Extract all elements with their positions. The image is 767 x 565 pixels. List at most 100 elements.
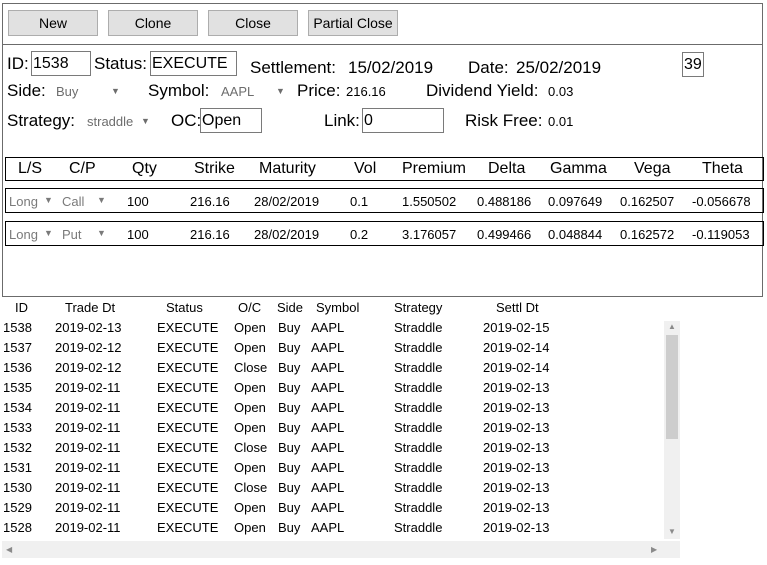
trade-id: 1529	[3, 500, 32, 515]
trade-date: 2019-02-11	[55, 460, 121, 475]
leg-row: Long ▼ Call ▼ 100 216.16 28/02/2019 0.1 …	[5, 188, 764, 213]
trade-date: 2019-02-11	[55, 440, 121, 455]
trade-status: EXECUTE	[157, 320, 219, 335]
leg-cp-chevron-down-icon[interactable]: ▼	[97, 195, 106, 205]
trade-strategy: Straddle	[394, 380, 443, 395]
scroll-up-arrow-icon[interactable]: ▲	[668, 322, 676, 331]
trade-oc: Open	[234, 400, 266, 415]
trades-col-symbol: Symbol	[316, 300, 360, 315]
id-field[interactable]: 1538	[31, 51, 91, 76]
table-row[interactable]: 1538 2019-02-13 EXECUTE Open Buy AAPL Straddle…	[0, 320, 660, 340]
trade-symbol: AAPL	[311, 340, 345, 355]
leg-ls-select[interactable]: Long	[9, 227, 38, 242]
table-row[interactable]: 1529 2019-02-11 EXECUTE Open Buy AAPL Straddle…	[0, 500, 660, 520]
trade-date: 2019-02-13	[55, 320, 122, 335]
legs-col-theta: Theta	[702, 160, 743, 177]
strategy-select[interactable]: straddle	[87, 114, 133, 129]
leg-theta: -0.056678	[692, 194, 751, 209]
leg-strike: 216.16	[190, 227, 230, 242]
leg-cp-select[interactable]: Put	[62, 227, 82, 242]
leg-ls-chevron-down-icon[interactable]: ▼	[44, 228, 53, 238]
trade-id: 1533	[3, 420, 32, 435]
horizontal-scrollbar[interactable]	[2, 541, 680, 558]
trade-settl-date: 2019-02-13	[483, 480, 550, 495]
table-row[interactable]: 1532 2019-02-11 EXECUTE Close Buy AAPL Straddl…	[0, 440, 660, 460]
trades-col-id: ID	[15, 300, 28, 315]
partial-close-button[interactable]: Partial Close	[308, 10, 398, 36]
new-button[interactable]: New	[8, 10, 98, 36]
symbol-select[interactable]: AAPL	[221, 84, 254, 99]
trade-oc: Open	[234, 340, 266, 355]
trade-settl-date: 2019-02-14	[483, 360, 550, 375]
trade-id: 1537	[3, 340, 32, 355]
price-value: 216.16	[346, 84, 386, 99]
risk-free-value: 0.01	[548, 114, 574, 129]
side-chevron-down-icon[interactable]: ▼	[111, 86, 120, 96]
trades-col-status: Status	[166, 300, 203, 315]
vertical-scrollbar-thumb[interactable]	[666, 335, 678, 439]
trade-settl-date: 2019-02-15	[483, 320, 550, 335]
trades-col-oc: O/C	[238, 300, 262, 315]
table-row[interactable]: 1530 2019-02-11 EXECUTE Close Buy AAPL Straddl…	[0, 480, 660, 500]
strategy-chevron-down-icon[interactable]: ▼	[141, 116, 150, 126]
trade-oc: Close	[234, 480, 268, 495]
trade-date: 2019-02-11	[55, 380, 121, 395]
trade-side: Buy	[278, 340, 301, 355]
trade-id: 1536	[3, 360, 32, 375]
table-row[interactable]: 1534 2019-02-11 EXECUTE Open Buy AAPL Straddle…	[0, 400, 660, 420]
trade-side: Buy	[278, 400, 301, 415]
link-field[interactable]: 0	[362, 108, 444, 133]
trade-status: EXECUTE	[157, 480, 219, 495]
scroll-right-arrow-icon[interactable]: ▶	[651, 545, 657, 554]
leg-cp-chevron-down-icon[interactable]: ▼	[97, 228, 106, 238]
table-row[interactable]: 1535 2019-02-11 EXECUTE Open Buy AAPL Straddle…	[0, 380, 660, 400]
clone-button[interactable]: Clone	[108, 10, 198, 36]
close-button[interactable]: Close	[208, 10, 298, 36]
scroll-left-arrow-icon[interactable]: ◀	[6, 545, 12, 554]
leg-vega: 0.162507	[620, 194, 675, 209]
settlement-value: 15/02/2019	[348, 58, 434, 77]
trade-side: Buy	[278, 440, 301, 455]
trade-date: 2019-02-11	[55, 480, 121, 495]
legs-col-gamma: Gamma	[550, 160, 607, 177]
trade-side: Buy	[278, 460, 301, 475]
trade-strategy: Straddle	[394, 420, 443, 435]
table-row[interactable]: 1533 2019-02-11 EXECUTE Open Buy AAPL Straddle…	[0, 420, 660, 440]
days-field[interactable]: 39	[682, 52, 704, 77]
trade-status: EXECUTE	[157, 520, 219, 535]
oc-field[interactable]: Open	[200, 108, 262, 133]
leg-qty: 100	[127, 227, 149, 242]
table-row[interactable]: 1537 2019-02-12 EXECUTE Open Buy AAPL Straddle…	[0, 340, 660, 360]
trade-settl-date: 2019-02-13	[483, 400, 550, 415]
side-select[interactable]: Buy	[56, 84, 78, 99]
symbol-chevron-down-icon[interactable]: ▼	[276, 86, 285, 96]
leg-cp-select[interactable]: Call	[62, 194, 84, 209]
trade-id: 1528	[3, 520, 32, 535]
leg-ls-select[interactable]: Long	[9, 194, 38, 209]
risk-free-label: Risk Free:	[465, 111, 543, 130]
trade-form: ID: 1538 Status: EXECUTE Settlement: 15/…	[2, 45, 764, 297]
leg-vol: 0.2	[350, 227, 369, 242]
dividend-yield-label: Dividend Yield:	[426, 81, 539, 100]
leg-strike: 216.16	[190, 194, 230, 209]
table-row[interactable]: 1528 2019-02-11 EXECUTE Open Buy AAPL Straddle…	[0, 520, 660, 540]
trade-date: 2019-02-11	[55, 400, 121, 415]
status-field[interactable]: EXECUTE	[150, 51, 237, 76]
trade-strategy: Straddle	[394, 460, 443, 475]
trade-oc: Open	[234, 420, 266, 435]
date-value: 25/02/2019	[516, 58, 602, 77]
dividend-yield-value: 0.03	[548, 84, 574, 99]
leg-ls-chevron-down-icon[interactable]: ▼	[44, 195, 53, 205]
table-row[interactable]: 1531 2019-02-11 EXECUTE Open Buy AAPL Straddle…	[0, 460, 660, 480]
leg-premium: 1.550502	[402, 194, 457, 209]
scroll-down-arrow-icon[interactable]: ▼	[668, 527, 676, 536]
trade-side: Buy	[278, 420, 301, 435]
trade-date: 2019-02-11	[55, 500, 121, 515]
trade-id: 1532	[3, 440, 32, 455]
trade-strategy: Straddle	[394, 400, 443, 415]
trade-oc: Open	[234, 460, 266, 475]
trade-strategy: Straddle	[394, 440, 443, 455]
leg-premium: 3.176057	[402, 227, 457, 242]
trades-col-settl-dt: Settl Dt	[496, 300, 539, 315]
table-row[interactable]: 1536 2019-02-12 EXECUTE Close Buy AAPL Straddl…	[0, 360, 660, 380]
